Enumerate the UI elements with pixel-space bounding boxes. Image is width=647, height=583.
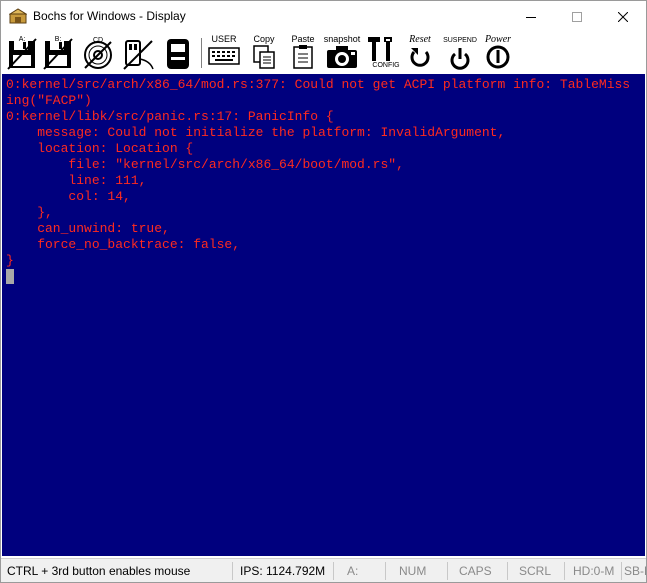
ips-readout: IPS: 1124.792M bbox=[240, 564, 326, 578]
toolbar: A: B: CD USER Copy Paste snapshot CONFIG… bbox=[1, 32, 646, 74]
status-divider bbox=[507, 562, 508, 580]
suspend-button[interactable]: SUSPEND bbox=[441, 35, 479, 71]
copy-button[interactable]: Copy bbox=[249, 35, 279, 71]
user-button[interactable]: USER bbox=[206, 35, 242, 71]
drive-indicator: A: bbox=[347, 564, 359, 578]
harddisk-button[interactable] bbox=[163, 35, 193, 71]
cdrom-button[interactable]: CD bbox=[81, 35, 115, 71]
close-icon bbox=[618, 11, 628, 22]
title-bar[interactable]: Bochs for Windows - Display bbox=[1, 1, 646, 32]
console-line: message: Could not initialize the platfo… bbox=[6, 125, 506, 140]
reset-label: Reset bbox=[409, 34, 431, 45]
maximize-icon bbox=[572, 11, 582, 22]
extra-indicator: SB-F bbox=[624, 564, 646, 578]
config-tools-icon bbox=[368, 37, 392, 61]
vga-display[interactable]: 0:kernel/src/arch/x86_64/mod.rs:377: Cou… bbox=[2, 74, 645, 556]
floppy-disk-icon: B: bbox=[43, 36, 73, 70]
console-line: 0:kernel/libk/src/panic.rs:17: PanicInfo… bbox=[6, 109, 334, 124]
status-divider bbox=[621, 562, 622, 580]
suspend-label: SUSPEND bbox=[443, 37, 477, 44]
status-divider bbox=[564, 562, 565, 580]
paste-label: Paste bbox=[291, 34, 315, 44]
harddisk-icon bbox=[167, 39, 189, 69]
toolbar-separator bbox=[201, 38, 202, 68]
console-line: } bbox=[6, 253, 14, 268]
console-line: can_unwind: true, bbox=[6, 221, 170, 236]
window-title: Bochs for Windows - Display bbox=[33, 9, 186, 23]
paste-button[interactable]: Paste bbox=[288, 35, 318, 71]
console-line: col: 14, bbox=[6, 189, 131, 204]
console-line: ing("FACP") bbox=[6, 93, 92, 108]
floppy-a-label: A: bbox=[19, 36, 26, 43]
power-icon bbox=[486, 45, 510, 69]
power-label: Power bbox=[484, 34, 512, 45]
minimize-button[interactable] bbox=[508, 1, 554, 32]
console-line: file: "kernel/src/arch/x86_64/boot/mod.r… bbox=[6, 157, 404, 172]
status-divider bbox=[232, 562, 233, 580]
console-line: location: Location { bbox=[6, 141, 194, 156]
user-label: USER bbox=[211, 34, 237, 44]
floppy-disk-icon: A: bbox=[7, 36, 37, 70]
caps-lock-indicator: CAPS bbox=[459, 564, 492, 578]
status-bar: CTRL + 3rd button enables mouse IPS: 112… bbox=[1, 558, 646, 582]
usb-button[interactable] bbox=[120, 35, 156, 71]
console-line: force_no_backtrace: false, bbox=[6, 237, 241, 252]
config-button[interactable]: CONFIG bbox=[365, 35, 400, 71]
status-divider bbox=[447, 562, 448, 580]
scroll-lock-indicator: SCRL bbox=[519, 564, 552, 578]
config-label: CONFIG bbox=[372, 62, 400, 69]
floppy-b-button[interactable]: B: bbox=[42, 35, 74, 71]
bochs-app-icon bbox=[9, 8, 27, 24]
console-line: }, bbox=[6, 205, 53, 220]
text-cursor bbox=[6, 269, 14, 284]
copy-icon bbox=[253, 45, 275, 69]
console-line: 0:kernel/src/arch/x86_64/mod.rs:377: Cou… bbox=[6, 77, 631, 92]
keyboard-icon bbox=[208, 47, 240, 65]
snapshot-label: snapshot bbox=[323, 34, 361, 44]
reset-icon bbox=[410, 48, 430, 67]
bochs-window: Bochs for Windows - Display A: B: CD USE… bbox=[0, 0, 647, 583]
power-button[interactable]: Power bbox=[481, 35, 515, 71]
num-lock-indicator: NUM bbox=[399, 564, 427, 578]
paste-icon bbox=[293, 45, 313, 69]
status-divider bbox=[333, 562, 334, 580]
reset-button[interactable]: Reset bbox=[403, 35, 437, 71]
close-button[interactable] bbox=[600, 1, 646, 32]
usb-drive-icon bbox=[123, 40, 154, 70]
suspend-icon bbox=[450, 48, 470, 70]
console-line: line: 111, bbox=[6, 173, 147, 188]
maximize-button[interactable] bbox=[554, 1, 600, 32]
copy-label: Copy bbox=[253, 34, 275, 44]
floppy-b-label: B: bbox=[55, 36, 62, 43]
status-divider bbox=[385, 562, 386, 580]
floppy-a-button[interactable]: A: bbox=[6, 35, 38, 71]
snapshot-button[interactable]: snapshot bbox=[323, 35, 361, 71]
camera-icon bbox=[327, 46, 357, 68]
mouse-hint: CTRL + 3rd button enables mouse bbox=[7, 564, 191, 578]
cdrom-icon: CD bbox=[84, 37, 112, 69]
minimize-icon bbox=[526, 16, 536, 18]
hd-indicator: HD:0-M bbox=[573, 564, 615, 578]
cdrom-label: CD bbox=[93, 37, 103, 44]
